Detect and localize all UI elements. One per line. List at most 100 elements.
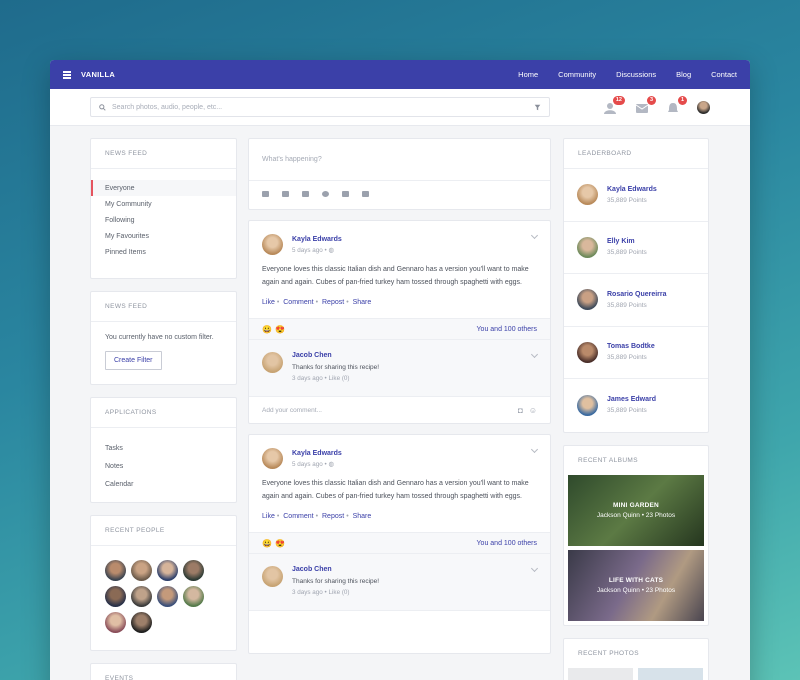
leaderboard-row[interactable]: Elly Kim 35,889 Points bbox=[564, 222, 708, 274]
comment-link[interactable]: Comment bbox=[283, 513, 313, 520]
leader-points: 35,889 Points bbox=[607, 407, 647, 415]
app-item-calendar[interactable]: Calendar bbox=[91, 475, 236, 493]
folder-icon[interactable] bbox=[362, 191, 369, 197]
feed-item-following[interactable]: Following bbox=[91, 212, 236, 228]
emoji-icon[interactable]: ☺ bbox=[529, 406, 537, 415]
like-link[interactable]: Like bbox=[262, 513, 275, 520]
avatar[interactable] bbox=[262, 234, 283, 255]
avatar[interactable] bbox=[131, 586, 152, 607]
share-link[interactable]: Share bbox=[353, 299, 372, 306]
avatar[interactable] bbox=[262, 566, 283, 587]
app-item-tasks[interactable]: Tasks bbox=[91, 439, 236, 457]
messages-icon[interactable]: 3 bbox=[635, 96, 656, 113]
post-header: Kayla Edwards 5 days ago • ◍ bbox=[249, 221, 550, 263]
avatar[interactable] bbox=[183, 586, 204, 607]
post-time: 5 days ago • ◍ bbox=[292, 460, 335, 468]
comment-author[interactable]: Jacob Chen bbox=[292, 352, 379, 359]
recent-people-title: RECENT PEOPLE bbox=[91, 516, 236, 546]
photo-thumb[interactable] bbox=[638, 667, 703, 680]
leader-name[interactable]: Elly Kim bbox=[607, 238, 647, 245]
avatar[interactable] bbox=[262, 352, 283, 373]
chevron-down-icon[interactable] bbox=[530, 564, 539, 573]
comment-like-link[interactable]: Like (0) bbox=[329, 375, 350, 382]
comment-link[interactable]: Comment bbox=[283, 299, 313, 306]
post-author[interactable]: Kayla Edwards bbox=[292, 450, 342, 457]
feed-item-pinned[interactable]: Pinned Items bbox=[91, 244, 236, 260]
post-author[interactable]: Kayla Edwards bbox=[292, 236, 342, 243]
feed-item-everyone[interactable]: Everyone bbox=[91, 180, 236, 196]
repost-link[interactable]: Repost bbox=[322, 299, 344, 306]
leader-name[interactable]: James Edward bbox=[607, 396, 656, 403]
leader-name[interactable]: Kayla Edwards bbox=[607, 186, 657, 193]
leaderboard-row[interactable]: James Edward 35,889 Points bbox=[564, 379, 708, 432]
avatar[interactable] bbox=[157, 586, 178, 607]
app-item-notes[interactable]: Notes bbox=[91, 457, 236, 475]
brand-logo[interactable]: VANILLA bbox=[81, 70, 115, 79]
composer-toolbar bbox=[249, 181, 550, 207]
nav-discussions[interactable]: Discussions bbox=[616, 70, 656, 79]
comment-author[interactable]: Jacob Chen bbox=[292, 566, 379, 573]
comment: Jacob Chen Thanks for sharing this recip… bbox=[249, 554, 550, 611]
leaderboard-row[interactable]: Tomas Bodtke 35,889 Points bbox=[564, 327, 708, 379]
avatar[interactable] bbox=[131, 560, 152, 581]
video-icon[interactable] bbox=[282, 191, 289, 197]
nav-home[interactable]: Home bbox=[518, 70, 538, 79]
chevron-down-icon[interactable] bbox=[530, 231, 539, 240]
post-card: Kayla Edwards 5 days ago • ◍ Everyone lo… bbox=[248, 220, 551, 424]
avatar[interactable] bbox=[262, 448, 283, 469]
camera-icon[interactable]: ◘ bbox=[518, 406, 523, 415]
composer-input[interactable]: What's happening? bbox=[249, 139, 550, 181]
create-filter-button[interactable]: Create Filter bbox=[105, 351, 162, 370]
leaderboard-row[interactable]: Kayla Edwards 35,889 Points bbox=[564, 169, 708, 222]
album-tile[interactable]: LIFE WITH CATS Jackson Quinn • 23 Photos bbox=[568, 549, 704, 621]
user-avatar[interactable] bbox=[697, 100, 710, 114]
link-icon[interactable] bbox=[322, 191, 329, 197]
nav-contact[interactable]: Contact bbox=[711, 70, 737, 79]
friend-requests-icon[interactable]: 12 bbox=[604, 96, 625, 114]
applications-title: APPLICATIONS bbox=[91, 398, 236, 428]
avatar[interactable] bbox=[131, 612, 152, 633]
hamburger-menu-icon[interactable] bbox=[63, 71, 71, 79]
reactions-count[interactable]: You and 100 others bbox=[477, 326, 537, 333]
calendar-icon[interactable] bbox=[342, 191, 349, 197]
right-sidebar: LEADERBOARD Kayla Edwards 35,889 Points E… bbox=[563, 138, 709, 680]
nav-community[interactable]: Community bbox=[558, 70, 596, 79]
filter-icon[interactable] bbox=[534, 104, 541, 111]
add-comment-input[interactable]: Add your comment... ◘ ☺ bbox=[249, 397, 550, 423]
post-actions: Like • Comment • Repost • Share bbox=[262, 513, 372, 520]
recent-photos-card: RECENT PHOTOS bbox=[563, 637, 709, 680]
bell-icon[interactable]: 1 bbox=[666, 96, 687, 113]
avatar[interactable] bbox=[105, 586, 126, 607]
feed-item-my-community[interactable]: My Community bbox=[91, 196, 236, 212]
album-tile[interactable]: MINI GARDEN Jackson Quinn • 23 Photos bbox=[568, 474, 704, 546]
avatar[interactable] bbox=[157, 560, 178, 581]
text-icon[interactable] bbox=[302, 191, 309, 197]
leader-name[interactable]: Rosario Quereirra bbox=[607, 291, 667, 298]
custom-filter-card: NEWS FEED You currently have no custom f… bbox=[90, 291, 237, 385]
chevron-down-icon[interactable] bbox=[530, 350, 539, 359]
nav-blog[interactable]: Blog bbox=[676, 70, 691, 79]
avatar[interactable] bbox=[183, 560, 204, 581]
search-input[interactable]: Search photos, audio, people, etc... bbox=[90, 97, 550, 117]
feed-item-my-favourites[interactable]: My Favourites bbox=[91, 228, 236, 244]
left-sidebar: NEWS FEED Everyone My Community Followin… bbox=[90, 138, 237, 680]
avatar[interactable] bbox=[105, 612, 126, 633]
avatar bbox=[577, 236, 598, 258]
image-icon[interactable] bbox=[262, 191, 269, 197]
avatar bbox=[577, 394, 598, 416]
photo-thumb[interactable] bbox=[568, 667, 633, 680]
leader-name[interactable]: Tomas Bodtke bbox=[607, 343, 655, 350]
avatar[interactable] bbox=[105, 560, 126, 581]
leaderboard-row[interactable]: Rosario Quereirra 35,889 Points bbox=[564, 274, 708, 327]
comment-like-link[interactable]: Like (0) bbox=[329, 589, 350, 596]
reactions-count[interactable]: You and 100 others bbox=[477, 540, 537, 547]
chevron-down-icon[interactable] bbox=[530, 445, 539, 454]
reactions-bar: 😀 😍 You and 100 others bbox=[249, 532, 550, 554]
add-comment-placeholder: Add your comment... bbox=[262, 406, 322, 414]
like-link[interactable]: Like bbox=[262, 299, 275, 306]
share-link[interactable]: Share bbox=[353, 513, 372, 520]
repost-link[interactable]: Repost bbox=[322, 513, 344, 520]
grin-emoji-icon: 😀 bbox=[262, 324, 272, 334]
news-feed-title: NEWS FEED bbox=[91, 139, 236, 169]
post-header: Kayla Edwards 5 days ago • ◍ bbox=[249, 435, 550, 477]
